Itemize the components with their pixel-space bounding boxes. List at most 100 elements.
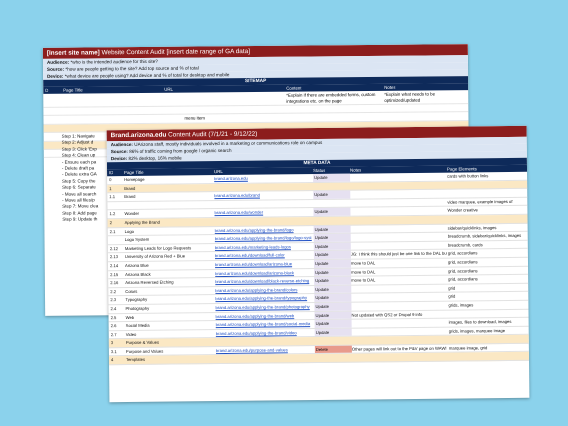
cell-url[interactable]: brand.arizona.edu/marketing-leads-logos (215, 243, 312, 252)
cell-id: 2.1 (109, 228, 116, 234)
cell-id: 0 (109, 177, 112, 183)
cell-url[interactable]: brand.arizona.edu/download/arizona-blue (215, 260, 312, 269)
cell-id: 2.6 (110, 323, 117, 329)
cell-url (214, 183, 311, 184)
cell-id: 2.5 (110, 314, 117, 320)
cell-elements: grid (448, 285, 456, 291)
cell-status: Update (313, 250, 351, 259)
cell-notes (351, 293, 447, 294)
cell-elements: grid (448, 293, 456, 299)
col-id: D (45, 87, 49, 93)
cell-url[interactable]: brand.arizona.edu/brand (214, 191, 311, 200)
cell-notes (351, 224, 447, 225)
cell-url[interactable]: brand.arizona.edu/applying-the-brand/col… (215, 286, 312, 295)
cell-url (214, 200, 311, 201)
cell-notes (352, 336, 448, 337)
cell-elements (448, 215, 528, 216)
cell-elements: grids, images, marquee image (448, 327, 506, 334)
cell-elements: grids, images (448, 302, 474, 308)
notes-note: *Explain what needs to be optimized/upda… (384, 91, 436, 103)
cell-title: Arizona Blue (124, 262, 149, 268)
cell-url[interactable]: brand.arizona.edu/applying-the-brand/log… (215, 234, 312, 243)
site-name: Brand.arizona.edu (110, 131, 167, 140)
cell-title: Purpose and Values (125, 348, 164, 354)
cell-title (124, 201, 212, 202)
cell-id: 2 (109, 220, 112, 226)
cell-status: Update (313, 173, 351, 182)
cell-notes: JG: I think this should just be one link… (350, 250, 447, 257)
cell-url[interactable]: brand.arizona.edu/applying-the-brand/soc… (216, 320, 313, 329)
cell-url[interactable]: brand.arizona.edu (214, 174, 311, 183)
cell-url[interactable]: brand.arizona.edu/applying-the-brand/typ… (215, 294, 312, 303)
cell-url[interactable]: brand.arizona.edu/applying-the-brand/pho… (215, 303, 312, 312)
cell-id: 2.4 (110, 306, 117, 312)
cell-url[interactable]: brand.arizona.edu/applying-the-brand/log… (215, 226, 312, 235)
cell-id: 1.2 (109, 211, 116, 217)
cell-title: Arizona Black (125, 271, 151, 277)
cell-url[interactable]: brand.arizona.edu/download/black-reverse… (215, 277, 312, 286)
cell-elements: grid, accordians (448, 276, 478, 282)
step-item: Step 9: Update th (62, 216, 98, 222)
cell-elements: cards with button links (447, 173, 489, 179)
cell-elements (447, 189, 527, 190)
cell-url[interactable]: brand.arizona.edu/download/arizona-black (215, 269, 312, 278)
cell-status: Update (313, 225, 351, 234)
cell-url (216, 355, 313, 356)
cell-status: Update (313, 190, 351, 199)
cell-notes (350, 181, 446, 182)
cell-status: Delete (314, 345, 352, 354)
cell-title: Colors (125, 288, 138, 294)
cell-title: Homepage (124, 176, 145, 183)
cell-status: Update (313, 208, 351, 217)
cell-notes (352, 353, 448, 354)
cell-status: Update (314, 293, 352, 302)
brand-audit-sheet: Brand.arizona.edu Content Audit (7/1/21 … (106, 125, 530, 403)
cell-elements: grid, accordians (447, 259, 478, 265)
cell-url[interactable]: brand.arizona.edu/wonder (214, 208, 311, 217)
audit-table-body: 0 Homepage brand.arizona.edu Update cards wi… (107, 171, 530, 366)
cell-id: 2.12 (109, 245, 119, 251)
cell-title: Logo (124, 228, 134, 234)
cell-id: 3 (110, 340, 114, 346)
col-id: ID (109, 170, 114, 176)
cell-title: Video (125, 331, 137, 337)
cell-elements: images, files to download, images (448, 319, 512, 325)
cell-url[interactable]: brand.arizona.edu/download/full-color (215, 251, 312, 260)
cell-elements (449, 352, 529, 353)
cell-title: Typography (125, 297, 148, 303)
cell-id: 2.14 (109, 263, 119, 269)
cell-id: 1.1 (109, 194, 116, 200)
cell-id: 3.1 (110, 348, 117, 355)
cell-url (216, 337, 313, 338)
cell-id: 4 (110, 357, 114, 363)
cell-url[interactable]: brand.arizona.edu/purpose-and-values (216, 346, 313, 355)
cell-id: 2.3 (110, 297, 117, 303)
cell-notes: move to DAL (351, 268, 376, 275)
cell-status: Update (314, 276, 352, 285)
cell-title: Marketing Leads for Logo Requests (124, 245, 192, 251)
cell-id: 2.15 (110, 271, 119, 277)
cell-notes (351, 302, 447, 303)
cell-title: Applying the Brand (124, 219, 160, 225)
cell-notes (350, 190, 446, 191)
cell-title: Photography (125, 305, 150, 311)
cell-notes (350, 207, 446, 208)
site-name-placeholder: [Insert site name] (46, 49, 100, 57)
cell-title: University of Arizona Red + Blue (124, 253, 186, 260)
step-item: Step 4: Clean up (61, 152, 96, 158)
cell-notes: move to DAL (350, 260, 376, 266)
cell-url[interactable]: brand.arizona.edu/applying-the-brand/web (216, 312, 313, 321)
cell-notes: Not updated with QS2 or Drupal 9 info (351, 311, 423, 318)
cell-url[interactable]: brand.arizona.edu/applying-the-brand/vid… (216, 329, 313, 338)
cell-notes (351, 233, 447, 234)
cell-title: Wonder (124, 211, 140, 217)
cell-notes (352, 319, 448, 320)
cell-notes: Other pages will link out to the P&V pag… (351, 345, 447, 352)
cell-status: Update (313, 242, 351, 251)
cell-status: Update (313, 259, 352, 268)
cell-notes (351, 216, 447, 217)
cell-title: Templates (125, 357, 146, 363)
cell-title: Brand (124, 185, 136, 191)
menu-item-label: menu item (184, 115, 205, 122)
cell-elements: video marquee, example images of (447, 198, 513, 205)
